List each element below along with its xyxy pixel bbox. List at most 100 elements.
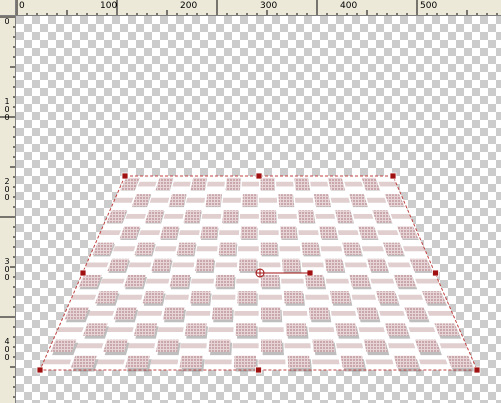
plane-tile bbox=[233, 355, 256, 369]
plane-tile bbox=[363, 339, 388, 352]
plane-weave-band bbox=[320, 246, 343, 252]
plane-tile bbox=[162, 307, 185, 320]
plane-tile bbox=[195, 258, 215, 272]
plane-weave-band bbox=[305, 294, 330, 300]
plane-tile bbox=[179, 355, 203, 369]
plane-tile bbox=[260, 177, 275, 191]
image-canvas[interactable] bbox=[16, 16, 501, 403]
plane-weave-band bbox=[157, 327, 184, 332]
plane-weave-band bbox=[258, 197, 278, 203]
plane-weave-band bbox=[127, 343, 156, 349]
plane-weave-band bbox=[234, 311, 259, 316]
plane-tile bbox=[384, 323, 409, 336]
plane-tile bbox=[312, 339, 335, 352]
plane-weave-band bbox=[190, 278, 215, 284]
plane-weave-band bbox=[402, 246, 426, 252]
plane-weave-band bbox=[56, 327, 84, 332]
plane-weave-band bbox=[379, 311, 405, 316]
plane-tile bbox=[287, 355, 311, 369]
handle-bottom-right[interactable] bbox=[473, 366, 481, 374]
plane-tile bbox=[242, 194, 258, 207]
plane-tile bbox=[297, 210, 315, 223]
plane-weave-band bbox=[241, 181, 259, 187]
plane-weave-band bbox=[164, 294, 189, 300]
plane-weave-band bbox=[377, 230, 399, 235]
handle-bottom-middle[interactable] bbox=[255, 366, 262, 374]
plane-weave-band bbox=[139, 230, 161, 235]
plane-weave-band bbox=[336, 343, 364, 349]
plane-tile bbox=[133, 323, 158, 336]
plane-weave-band bbox=[179, 230, 200, 235]
plane-weave-band bbox=[88, 311, 115, 316]
plane-weave-band bbox=[236, 278, 259, 284]
plane-weave-band bbox=[238, 246, 259, 252]
plane-weave-band bbox=[258, 262, 281, 268]
plane-tile bbox=[313, 194, 331, 207]
hruler-label-500: 500 bbox=[420, 1, 438, 11]
plane-tile bbox=[260, 210, 277, 223]
plane-weave-band bbox=[279, 246, 301, 252]
plane-weave-band bbox=[366, 197, 387, 203]
plane-weave-band bbox=[353, 214, 374, 219]
plane-weave-band bbox=[75, 343, 104, 349]
plane-weave-band bbox=[358, 327, 385, 332]
plane-tile bbox=[342, 242, 362, 255]
plane-weave-band bbox=[85, 262, 109, 268]
hruler-label-300: 300 bbox=[260, 1, 278, 11]
plane-tile bbox=[330, 291, 352, 304]
plane-weave-band bbox=[387, 343, 416, 349]
plane-weave-band bbox=[365, 359, 394, 365]
plane-weave-band bbox=[258, 359, 286, 365]
plane-weave-band bbox=[100, 278, 125, 284]
vruler-label-100: 100 bbox=[4, 97, 10, 122]
plane-weave-band bbox=[370, 278, 395, 284]
plane-weave-band bbox=[117, 294, 143, 300]
plane-weave-band bbox=[107, 327, 134, 332]
handle-top-middle[interactable] bbox=[255, 172, 263, 180]
vertical-ruler[interactable]: 0 100 200 300 400 bbox=[0, 16, 16, 403]
horizontal-ruler[interactable]: 0 100 200 300 400 500 bbox=[16, 0, 501, 16]
plane-weave-band bbox=[125, 214, 146, 219]
ruler-corner bbox=[0, 0, 16, 16]
plane-tile bbox=[211, 307, 233, 320]
plane-weave-band bbox=[439, 343, 468, 349]
plane-tile bbox=[103, 339, 128, 352]
plane-weave-band bbox=[398, 294, 424, 300]
plane-tile bbox=[285, 323, 307, 336]
plane-tile bbox=[340, 355, 365, 369]
plane-weave-band bbox=[415, 278, 440, 284]
handle-top-left[interactable] bbox=[121, 172, 129, 180]
plane-weave-band bbox=[312, 359, 340, 365]
plane-tile bbox=[125, 355, 150, 369]
plane-weave-band bbox=[387, 262, 411, 268]
handle-middle-left[interactable] bbox=[79, 269, 87, 277]
plane-weave-band bbox=[222, 197, 241, 203]
plane-tile bbox=[235, 323, 257, 336]
plane-weave-band bbox=[277, 214, 298, 219]
plane-tile bbox=[260, 274, 280, 288]
plane-tile bbox=[200, 226, 218, 239]
plane-weave-band bbox=[298, 230, 319, 235]
plane-weave-band bbox=[145, 278, 170, 284]
plane-weave-band bbox=[239, 214, 259, 219]
plane-tile bbox=[208, 339, 231, 352]
handle-top-right[interactable] bbox=[389, 172, 397, 180]
plane-tile bbox=[155, 339, 180, 352]
plane-weave-band bbox=[351, 294, 377, 300]
handle-bottom-left[interactable] bbox=[36, 366, 44, 374]
plane-tile bbox=[283, 291, 304, 304]
handle-middle-right[interactable] bbox=[432, 269, 439, 277]
plane-tile bbox=[205, 194, 222, 207]
plane-tile bbox=[261, 307, 281, 320]
plane-weave-band bbox=[186, 197, 206, 203]
plane-weave-band bbox=[171, 262, 195, 268]
plane-tile bbox=[113, 307, 137, 320]
plane-weave-band bbox=[276, 181, 294, 187]
plane-tile bbox=[215, 274, 235, 288]
plane-weave-band bbox=[281, 278, 304, 284]
plane-tile bbox=[260, 242, 278, 255]
plane-weave-band bbox=[215, 262, 238, 268]
plane-tile bbox=[190, 177, 207, 191]
plane-weave-band bbox=[149, 197, 170, 203]
plane-tile bbox=[335, 323, 358, 336]
